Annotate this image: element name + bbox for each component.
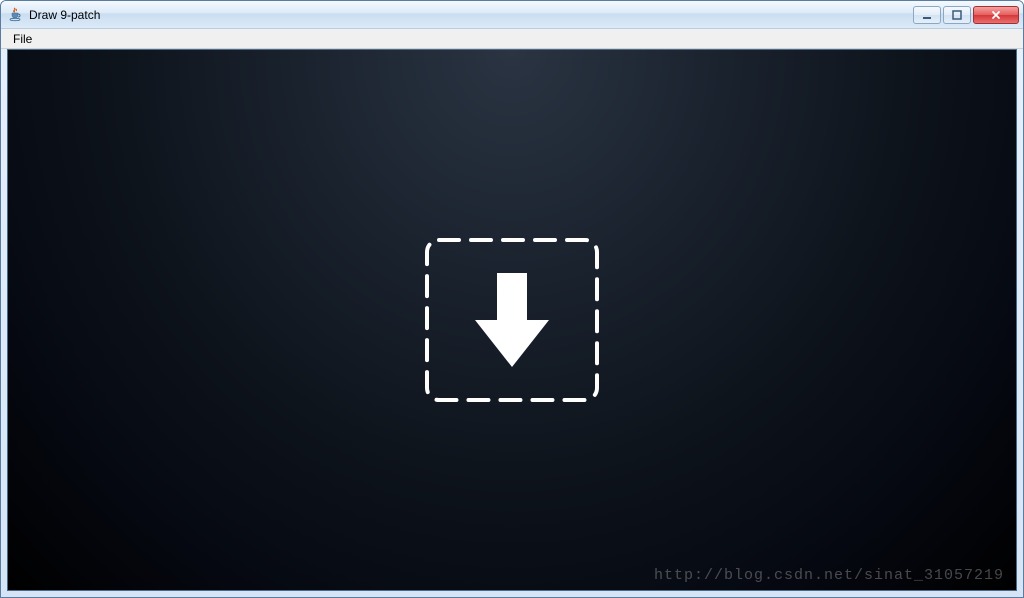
maximize-icon — [952, 10, 962, 20]
menu-file[interactable]: File — [7, 30, 38, 48]
window-frame: Draw 9-patch File — [0, 0, 1024, 598]
minimize-icon — [922, 10, 932, 20]
close-button[interactable] — [973, 6, 1019, 24]
drop-target[interactable] — [422, 235, 602, 405]
menu-bar: File — [1, 29, 1023, 49]
window-controls — [913, 6, 1019, 24]
maximize-button[interactable] — [943, 6, 971, 24]
title-bar: Draw 9-patch — [1, 1, 1023, 29]
content-area[interactable]: http://blog.csdn.net/sinat_31057219 — [7, 49, 1017, 591]
watermark-text: http://blog.csdn.net/sinat_31057219 — [654, 567, 1004, 584]
close-icon — [990, 10, 1002, 20]
java-cup-icon — [7, 7, 23, 23]
download-arrow-icon — [467, 265, 557, 375]
window-title: Draw 9-patch — [29, 8, 913, 22]
minimize-button[interactable] — [913, 6, 941, 24]
